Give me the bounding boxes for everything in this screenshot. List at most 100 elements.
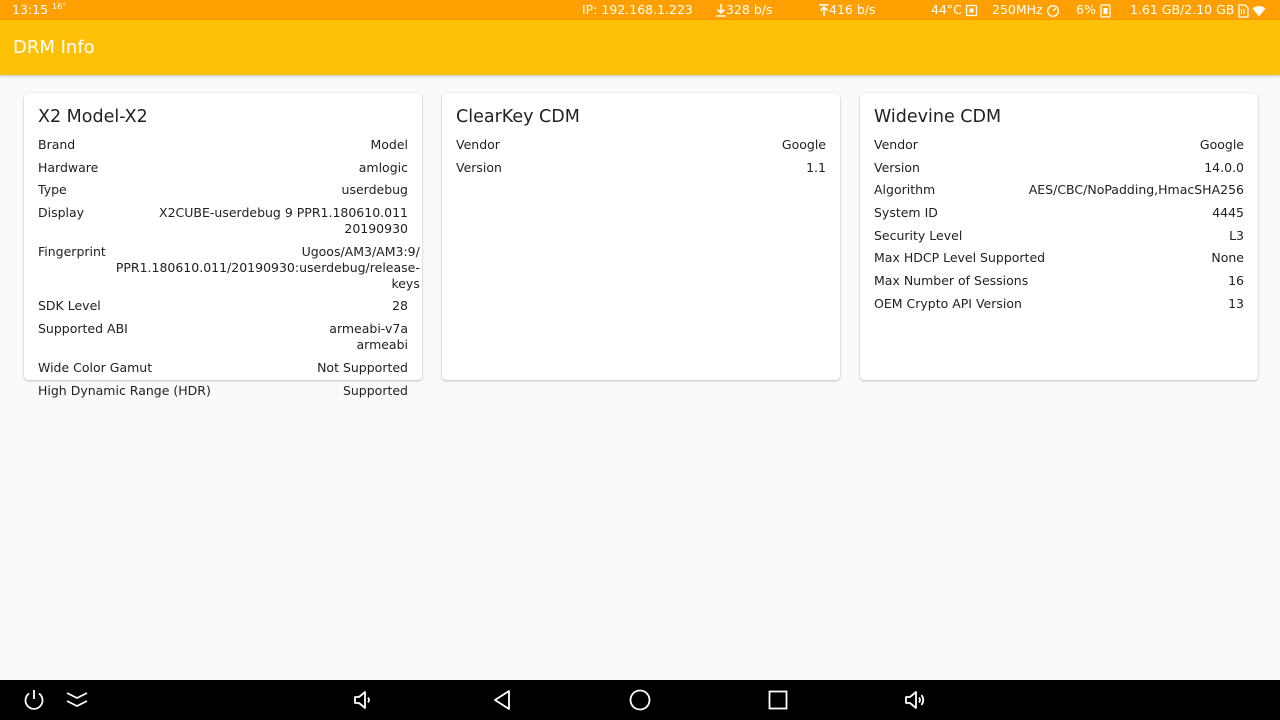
row-value-line: AES/CBC/NoPadding,HmacSHA256: [1028, 182, 1244, 198]
row-value-line: PPR1.180610.011/20190930:userdebug/relea…: [115, 259, 420, 291]
card-title: ClearKey CDM: [456, 107, 580, 127]
row-label: Fingerprint: [38, 243, 106, 259]
download-arrow-icon: [716, 4, 726, 17]
volume-up-button[interactable]: [903, 688, 927, 712]
row-value-line: Google: [1199, 137, 1244, 152]
status-time-group: 13:15 16°: [12, 0, 66, 20]
info-row: Wide Color Gamut Not Supported: [38, 360, 408, 376]
row-value: userdebug: [342, 182, 408, 198]
row-label: Vendor: [874, 137, 918, 152]
row-value: Google: [1200, 137, 1244, 153]
app-title: DRM Info: [13, 37, 95, 58]
info-row: Max Number of Sessions 16: [874, 273, 1244, 289]
row-value-line: Google: [781, 137, 826, 152]
info-row: Security Level L3: [874, 228, 1244, 244]
volume-up-icon: [905, 691, 925, 709]
info-rows: Vendor Google Version 14.0.0 Algorithm AES/CB…: [874, 137, 1244, 319]
status-small-temp: 16°: [52, 2, 67, 11]
row-value-line: userdebug: [341, 182, 408, 198]
row-value: Model: [370, 137, 408, 153]
info-row: System ID 4445: [874, 205, 1244, 221]
wifi-icon: [1252, 5, 1266, 16]
power-icon: [24, 690, 44, 710]
row-value: Supported: [343, 383, 408, 399]
home-button[interactable]: [628, 688, 652, 712]
info-row: OEM Crypto API Version 13: [874, 296, 1244, 312]
row-value-line: 16: [1228, 273, 1244, 289]
clearkey-cdm-card: ClearKey CDM Vendor Google Version 1.1: [442, 93, 840, 380]
device-info-card: X2 Model-X2 Brand Model Hardware amlogic Typ…: [24, 93, 422, 398]
status-upload: 416 b/s: [816, 0, 876, 20]
info-row: Vendor Google: [874, 137, 1244, 153]
info-row: Hardware amlogic: [38, 160, 408, 176]
volume-down-icon: [354, 691, 370, 709]
row-value: 16: [1228, 273, 1244, 289]
back-button[interactable]: [491, 688, 515, 712]
row-value-line: 28: [392, 298, 408, 314]
card-title: Widevine CDM: [874, 107, 1002, 127]
row-value-line: Supported: [342, 382, 408, 398]
row-value-line: Model: [370, 137, 408, 152]
memory-card-icon: [1238, 3, 1250, 18]
row-value-line: 4445: [1212, 205, 1244, 221]
status-memory: 1.61 GB/2.10 GB: [1130, 0, 1266, 20]
status-bar: 13:15 16° IP: 192.168.1.223 328 b/s 416 …: [0, 0, 1280, 20]
info-row: Version 1.1: [456, 160, 826, 176]
row-value: Google: [782, 137, 826, 153]
volume-down-button[interactable]: [351, 688, 375, 712]
row-label: Hardware: [38, 159, 99, 175]
info-row: Brand Model: [38, 137, 408, 153]
row-value: 4445: [1212, 205, 1244, 221]
row-value: 28: [392, 298, 408, 314]
row-value-line: amlogic: [358, 159, 408, 175]
info-rows: Vendor Google Version 1.1: [456, 137, 826, 182]
row-label: Security Level: [874, 227, 963, 243]
row-label: Type: [38, 182, 67, 198]
recents-button[interactable]: [766, 688, 790, 712]
row-value-line: X2CUBE-userdebug 9 PPR1.180610.011 20190…: [159, 205, 408, 237]
info-row: Vendor Google: [456, 137, 826, 153]
thermometer-chip-icon: [965, 4, 978, 17]
info-row: High Dynamic Range (HDR) Supported: [38, 383, 408, 399]
info-row: Algorithm AES/CBC/NoPadding,HmacSHA256: [874, 182, 1244, 198]
row-value-line: armeabi-v7a: [329, 321, 408, 337]
collapse-button[interactable]: [65, 688, 89, 712]
row-value-line: 1.1: [806, 159, 826, 175]
info-row: Fingerprint Ugoos/AM3/AM3:9/PPR1.180610.0…: [38, 243, 420, 292]
widevine-cdm-card: Widevine CDM Vendor Google Version 14.0.0 Al…: [860, 93, 1258, 380]
row-label: Wide Color Gamut: [38, 359, 153, 375]
row-value-line: L3: [1229, 227, 1244, 243]
row-value: 14.0.0: [1204, 160, 1244, 176]
row-value-line: Ugoos/AM3/AM3:9/: [301, 243, 420, 259]
status-cpu-freq: 250MHz: [992, 0, 1060, 20]
upload-arrow-icon: [819, 4, 829, 16]
info-row: SDK Level 28: [38, 298, 408, 314]
row-value: 13: [1228, 296, 1244, 312]
info-rows: Brand Model Hardware amlogic Type userdebug Di…: [38, 137, 420, 405]
row-label: OEM Crypto API Version: [874, 295, 1022, 311]
recents-square-icon: [768, 690, 788, 710]
row-label: Version: [874, 159, 920, 175]
info-row: Version 14.0.0: [874, 160, 1244, 176]
status-cpu-temp: 44°C: [931, 0, 978, 20]
row-value: None: [1211, 250, 1244, 266]
row-label: Max HDCP Level Supported: [874, 250, 1046, 266]
row-value-line: armeabi: [356, 337, 408, 353]
chevron-double-down-icon: [66, 692, 88, 708]
row-label: Brand: [38, 137, 76, 152]
row-value-line: None: [1211, 250, 1244, 266]
status-download: 328 b/s: [713, 0, 773, 20]
row-label: Supported ABI: [38, 321, 128, 337]
cpu-speed-icon: [1046, 5, 1059, 17]
row-value-line: 13: [1228, 295, 1244, 311]
info-row: Type userdebug: [38, 182, 408, 198]
app-bar: DRM Info: [0, 20, 1280, 75]
row-label: Vendor: [456, 137, 500, 152]
row-label: Algorithm: [874, 182, 936, 198]
row-value: Not Supported: [317, 360, 408, 376]
row-value: amlogic: [359, 160, 408, 176]
power-button[interactable]: [22, 688, 46, 712]
row-label: Display: [38, 205, 85, 221]
navigation-bar: [0, 680, 1280, 720]
status-time: 13:15: [12, 2, 49, 17]
